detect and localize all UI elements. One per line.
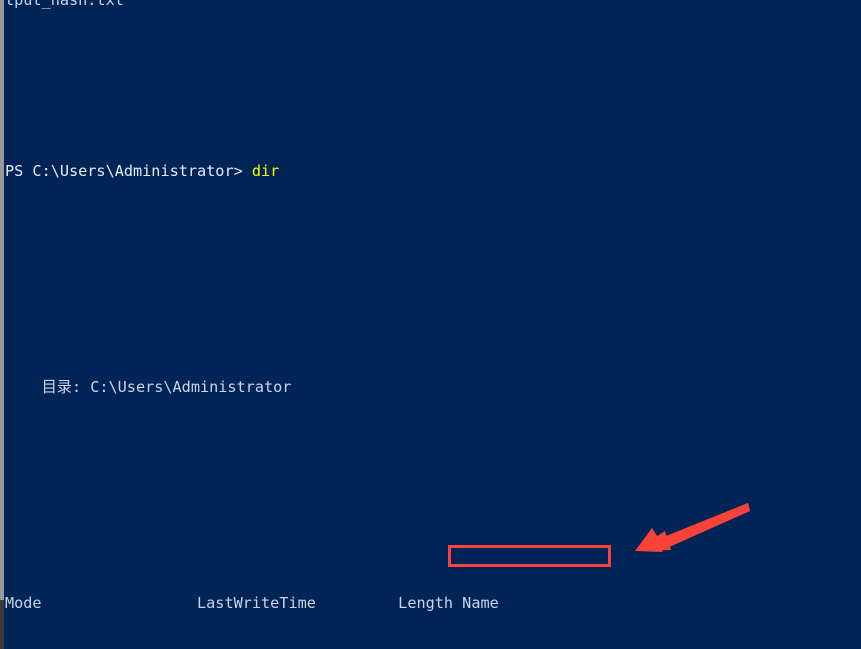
prompt-string: PS C:\Users\Administrator> — [5, 162, 252, 180]
command-text: dir — [251, 162, 280, 180]
table-column-headers: Mode LastWriteTime Length Name — [5, 594, 499, 612]
directory-header-line: 目录: C:\Users\Administrator — [5, 378, 292, 396]
window-left-edge-bottom — [0, 600, 4, 649]
window-left-edge — [0, 0, 4, 649]
console-output-area[interactable]: PS C:\Users\Administrator> dir 目录: C:\Us… — [5, 0, 861, 649]
scrollback-spacer-line — [5, 72, 861, 90]
powershell-terminal-window[interactable]: tput_hash.txt PS C:\Users\Administrator>… — [0, 0, 861, 649]
command-prompt-line: PS C:\Users\Administrator> dir — [5, 162, 861, 180]
